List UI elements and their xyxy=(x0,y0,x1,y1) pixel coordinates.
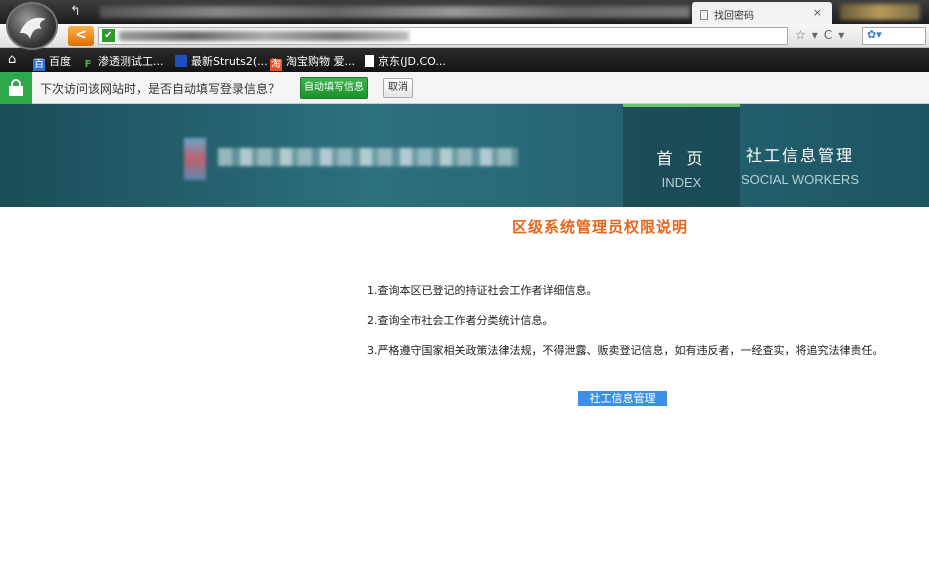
blurred-site-logo xyxy=(172,138,522,180)
f-icon: F xyxy=(84,59,92,70)
page-icon xyxy=(365,55,374,67)
favorite-star-icon[interactable]: ☆ xyxy=(795,28,806,42)
browser-logo-icon[interactable] xyxy=(6,2,58,50)
search-engine-button[interactable]: ✿▾ xyxy=(862,27,926,45)
password-infobar: 下次访问该网站时，是否自动填写登录信息？ 自动填写信息 取消 xyxy=(0,72,929,104)
taobao-icon: 淘 xyxy=(270,59,282,71)
rule-item: 1.查询本区已登记的持证社会工作者详细信息。 xyxy=(367,284,598,297)
tab-close-icon[interactable]: × xyxy=(813,6,822,19)
back-button[interactable]: < xyxy=(68,26,94,46)
browser-tab[interactable]: 找回密码 × xyxy=(692,2,832,24)
tab-title: 找回密码 xyxy=(714,11,754,22)
paw-icon: ✿▾ xyxy=(867,28,882,41)
bookmark-pentest[interactable]: F 渗透测试工... xyxy=(82,53,164,71)
nav-home-label: 首页 xyxy=(656,149,717,168)
blurred-window-controls xyxy=(840,4,920,20)
favorite-dropdown-icon[interactable]: ▾ xyxy=(812,28,818,42)
bookmark-icon xyxy=(175,55,187,67)
lock-icon xyxy=(0,72,32,104)
bookmark-taobao[interactable]: 淘淘宝购物 爱... xyxy=(270,53,355,71)
rule-item: 3.严格遵守国家相关政策法律法规，不得泄露、贩卖登记信息，如有违反者，一经查实，… xyxy=(367,344,884,357)
nav-social-workers[interactable]: 社工信息管理 SOCIAL WORKERS xyxy=(740,104,860,207)
refresh-icon[interactable]: C xyxy=(824,28,832,42)
browser-titlebar: ↰ 找回密码 × xyxy=(0,0,929,24)
infobar-message: 下次访问该网站时，是否自动填写登录信息？ xyxy=(40,82,281,96)
bookmark-jd[interactable]: 京东(JD.CO... xyxy=(365,53,446,69)
address-tools: ☆ ▾ C ▾ xyxy=(795,28,850,42)
blurred-url xyxy=(119,31,409,41)
bookmark-struts2[interactable]: 最新Struts2(... xyxy=(175,53,268,69)
refresh-dropdown-icon[interactable]: ▾ xyxy=(838,28,844,42)
nav-home-sublabel: INDEX xyxy=(661,175,702,190)
nav-social-sublabel: SOCIAL WORKERS xyxy=(741,172,859,187)
site-header: 首页 INDEX 社工信息管理 SOCIAL WORKERS xyxy=(0,104,929,207)
baidu-icon: 百 xyxy=(33,59,45,71)
page-title: 区级系统管理员权限说明 xyxy=(512,218,689,236)
address-bar[interactable]: ✔ xyxy=(98,27,788,45)
cheetah-icon xyxy=(20,17,46,39)
autofill-button[interactable]: 自动填写信息 xyxy=(300,77,368,99)
nav-home[interactable]: 首页 INDEX xyxy=(623,104,740,207)
home-icon[interactable]: ⌂ xyxy=(8,52,16,67)
cancel-button[interactable]: 取消 xyxy=(383,78,413,98)
secure-check-icon: ✔ xyxy=(102,29,115,42)
rule-item: 2.查询全市社会工作者分类统计信息。 xyxy=(367,314,554,327)
page-icon xyxy=(700,10,708,20)
history-back-icon[interactable]: ↰ xyxy=(70,4,81,19)
browser-navbar: < ✔ ☆ ▾ C ▾ ✿▾ xyxy=(0,24,929,48)
bookmark-baidu[interactable]: 百百度 xyxy=(33,53,71,71)
nav-social-label: 社工信息管理 xyxy=(745,146,854,165)
blurred-title-area xyxy=(100,6,690,18)
bookmarks-bar: ⌂ 百百度 F 渗透测试工... 最新Struts2(... 淘淘宝购物 爱...… xyxy=(0,48,929,72)
social-worker-manage-link[interactable]: 社工信息管理 xyxy=(578,391,667,406)
